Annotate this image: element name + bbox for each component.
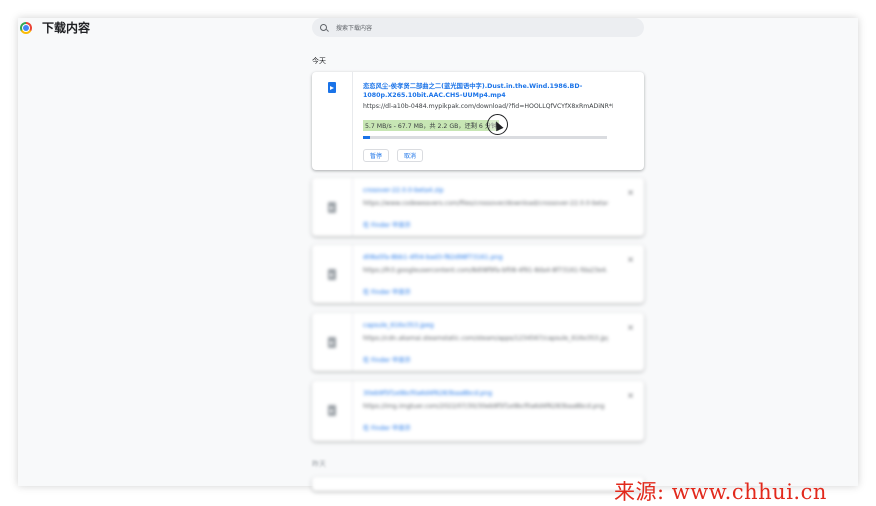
search-placeholder: 搜索下载内容 bbox=[336, 25, 373, 32]
file-icon bbox=[328, 337, 336, 348]
watermark-text: 来源: www.chhui.cn bbox=[614, 480, 827, 504]
download-card: crosover-22.0.0-beta4.zip https://www.co… bbox=[312, 178, 644, 236]
download-progress-bar bbox=[363, 136, 607, 139]
show-in-finder-link[interactable]: 在 Finder 中显示 bbox=[363, 355, 411, 364]
section-label-earlier: 昨天 bbox=[312, 460, 326, 468]
page-title: 下载内容 bbox=[42, 21, 91, 35]
download-source-url: https://img.imgtuer.com/2022/07/30/30eb9… bbox=[363, 403, 605, 410]
file-icon bbox=[328, 202, 336, 213]
file-icon bbox=[328, 269, 336, 280]
show-in-finder-link[interactable]: 在 Finder 中显示 bbox=[363, 287, 411, 296]
show-in-finder-link[interactable]: 在 Finder 中显示 bbox=[363, 423, 411, 432]
download-file-name[interactable]: crosover-22.0.0-beta4.zip bbox=[363, 187, 444, 194]
search-icon bbox=[320, 23, 328, 32]
download-progress-text: 5.7 MB/s - 67.7 MB，共 2.2 GB，还剩 6 分钟 bbox=[363, 120, 500, 131]
search-input[interactable]: 搜索下载内容 bbox=[312, 18, 644, 37]
pause-button[interactable]: 暂停 bbox=[363, 149, 390, 162]
download-source-url: https://dl-a10b-0484.mypikpak.com/downlo… bbox=[363, 103, 613, 110]
close-icon[interactable]: × bbox=[627, 188, 634, 197]
section-label-today: 今天 bbox=[312, 57, 326, 65]
download-card: capsule_616x353.jpeg https://cdn.akamai.… bbox=[312, 313, 644, 371]
download-progress-fill bbox=[363, 136, 371, 139]
cancel-button[interactable]: 取消 bbox=[397, 149, 424, 162]
download-file-name[interactable]: 恋恋风尘-侯孝贤二部曲之二(蓝光国语中字).Dust.in.the.Wind.1… bbox=[363, 82, 609, 100]
chrome-logo-icon bbox=[20, 22, 32, 34]
download-card: d08a5fa-8bb1-4f04-bad3-f82d98f73161.png … bbox=[312, 245, 644, 303]
download-card: 30eb9f5f1e9bcf0a6d4f6283baa8bcd.png http… bbox=[312, 381, 644, 441]
close-icon[interactable]: × bbox=[627, 391, 634, 400]
close-icon[interactable]: × bbox=[627, 255, 634, 264]
download-file-name[interactable]: capsule_616x353.jpeg bbox=[363, 322, 434, 329]
download-file-name[interactable]: 30eb9f5f1e9bcf0a6d4f6283baa8bcd.png bbox=[363, 390, 492, 397]
download-source-url: https://www.codeweavers.com/files/crosso… bbox=[363, 200, 608, 207]
file-icon bbox=[328, 405, 336, 416]
download-card-active: 恋恋风尘-侯孝贤二部曲之二(蓝光国语中字).Dust.in.the.Wind.1… bbox=[312, 72, 644, 170]
download-source-url: https://lh3.googleusercontent.com/8d08f9… bbox=[363, 267, 608, 274]
show-in-finder-link[interactable]: 在 Finder 中显示 bbox=[363, 220, 411, 229]
download-source-url: https://cdn.akamai.steamstatic.com/steam… bbox=[363, 335, 608, 342]
download-card-partial bbox=[312, 477, 644, 491]
video-file-icon bbox=[328, 82, 336, 93]
download-file-name[interactable]: d08a5fa-8bb1-4f04-bad3-f82d98f73161.png bbox=[363, 254, 503, 261]
close-icon[interactable]: × bbox=[627, 323, 634, 332]
